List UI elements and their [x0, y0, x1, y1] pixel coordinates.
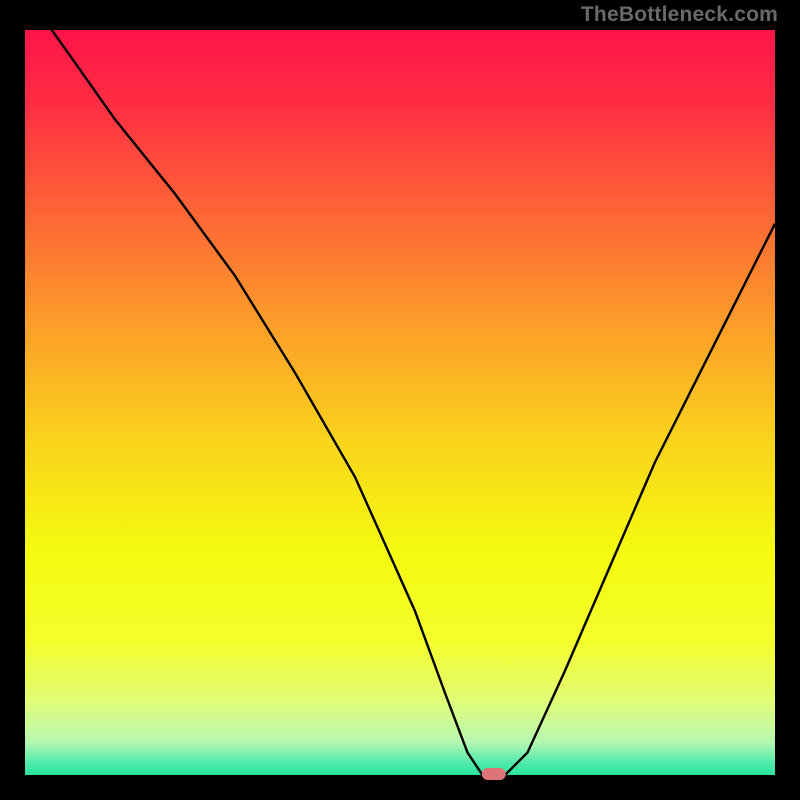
optimal-marker	[482, 768, 506, 780]
attribution-text: TheBottleneck.com	[581, 3, 778, 27]
chart-svg	[0, 0, 800, 800]
plot-background	[25, 30, 775, 775]
chart-frame: TheBottleneck.com	[0, 0, 800, 800]
